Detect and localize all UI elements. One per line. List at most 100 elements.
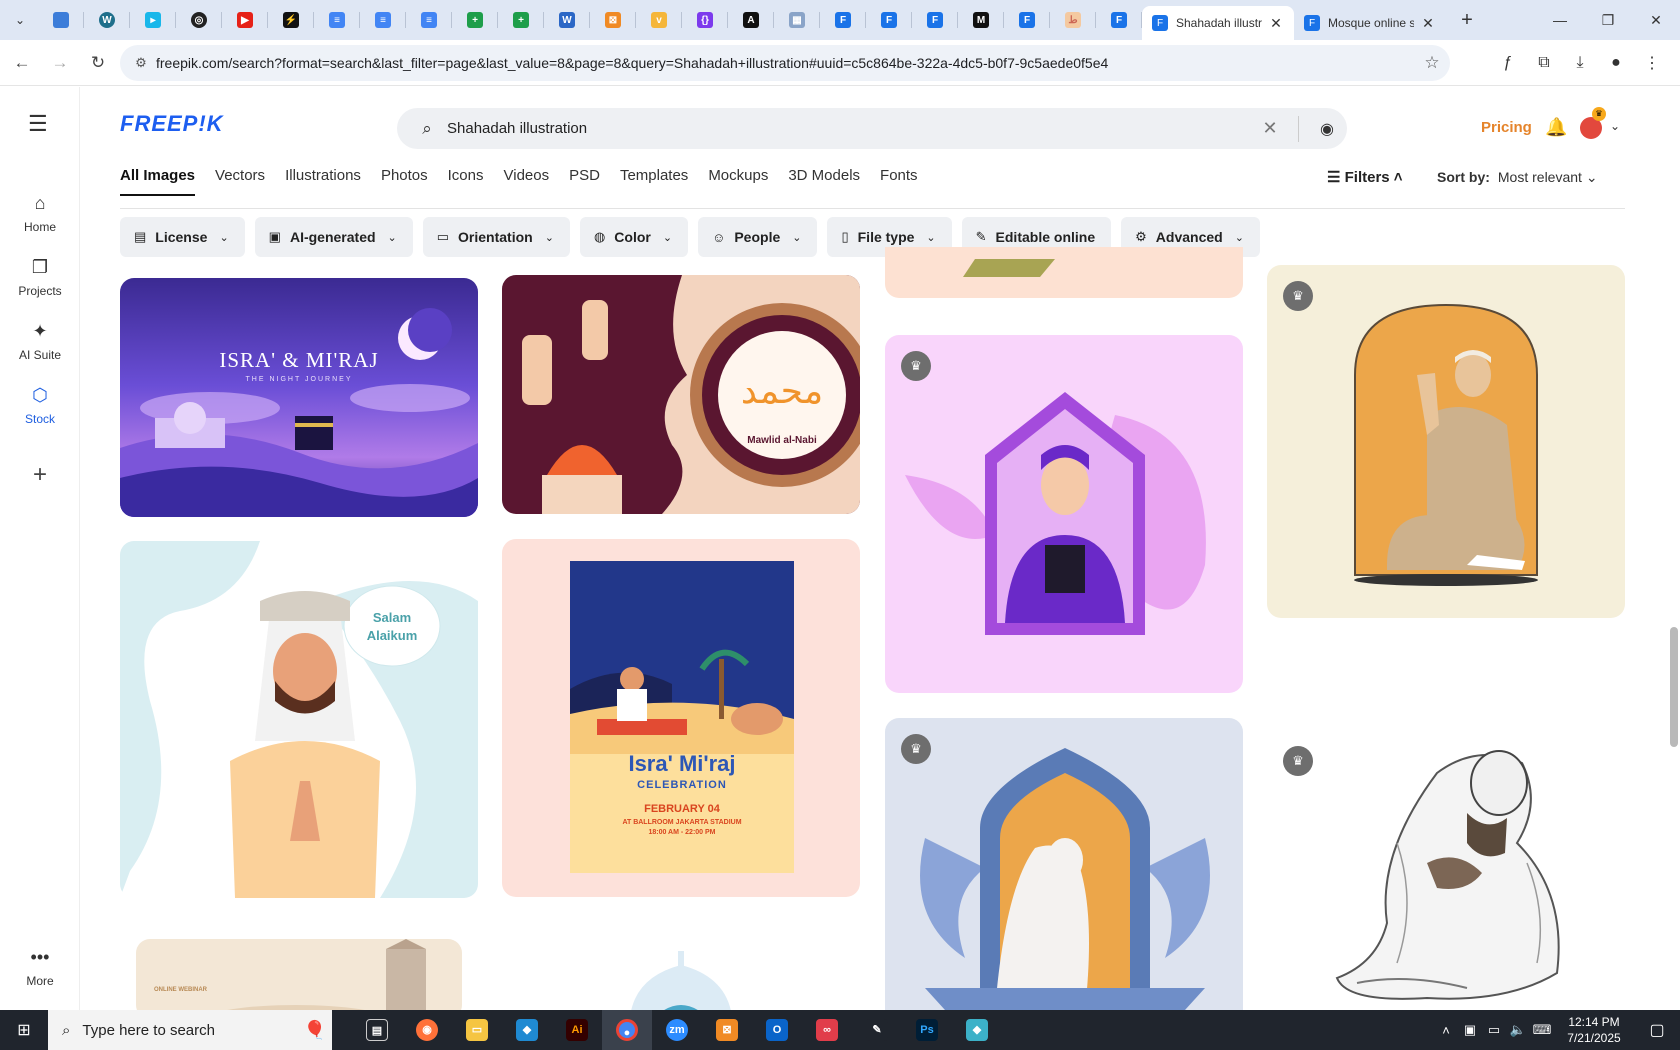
pinned-tab[interactable]: ◎ — [176, 0, 222, 40]
image-card-man-quran[interactable]: ♛ — [885, 335, 1243, 693]
camera-search-icon[interactable]: ◉ — [1307, 119, 1347, 139]
app-gem-icon[interactable]: ◆ — [952, 1010, 1002, 1050]
clear-search-icon[interactable]: ✕ — [1250, 118, 1290, 139]
task-view-icon[interactable]: ▤ — [352, 1010, 402, 1050]
close-tab-icon[interactable]: ✕ — [1268, 15, 1284, 32]
add-button[interactable]: + — [20, 455, 60, 495]
tab-shahadah[interactable]: F Shahadah illustra ✕ — [1142, 6, 1294, 40]
language-icon[interactable]: ⌨ — [1530, 1022, 1554, 1038]
page-scrollbar-thumb[interactable] — [1670, 627, 1678, 747]
tab-mockups[interactable]: Mockups — [708, 167, 768, 196]
image-card-man-sketch[interactable]: ♛ — [1267, 643, 1625, 1010]
clock[interactable]: 12:14 PM 7/21/2025 — [1554, 1014, 1634, 1046]
image-card-man-supplication[interactable]: ♛ — [1267, 265, 1625, 618]
pinned-tab[interactable]: v — [636, 0, 682, 40]
restore-icon[interactable]: ❐ — [1584, 0, 1632, 40]
tab-photos[interactable]: Photos — [381, 167, 428, 196]
freepik-logo[interactable]: FREEP!K — [120, 111, 224, 137]
volume-icon[interactable]: 🔈 — [1506, 1022, 1530, 1038]
sidebar-item-stock[interactable]: ⬡ Stock — [0, 385, 80, 426]
close-window-icon[interactable]: ✕ — [1632, 0, 1680, 40]
creative-cloud-icon[interactable]: ∞ — [802, 1010, 852, 1050]
reload-icon[interactable]: ↻ — [82, 47, 114, 79]
profile-icon[interactable]: ● — [1598, 47, 1634, 79]
sidebar-item-more[interactable]: ••• More — [0, 947, 80, 988]
pinned-tab[interactable]: ▸ — [130, 0, 176, 40]
omnibox[interactable]: ⚙ freepik.com/search?format=search&last_… — [120, 45, 1450, 81]
vscode-icon[interactable]: ◆ — [502, 1010, 552, 1050]
zoom-icon[interactable]: zm — [652, 1010, 702, 1050]
pinned-tab[interactable]: ▶ — [222, 0, 268, 40]
download-icon[interactable]: ⤓ — [1562, 47, 1598, 79]
firefox-icon[interactable]: ◉ — [402, 1010, 452, 1050]
tab-all-images[interactable]: All Images — [120, 167, 196, 196]
chip-people[interactable]: ☺ People ⌄ — [698, 217, 818, 257]
forward-icon[interactable]: → — [44, 47, 76, 79]
pen-tool-icon[interactable]: ✎ — [852, 1010, 902, 1050]
filters-button[interactable]: ☰ Filters ˄ — [1327, 168, 1403, 186]
tab-psd[interactable]: PSD — [569, 167, 600, 196]
chip-color[interactable]: ◍ Color ⌄ — [579, 217, 689, 257]
chrome-icon[interactable]: ● — [602, 1010, 652, 1050]
pinned-tab[interactable]: F — [912, 0, 958, 40]
file-explorer-icon[interactable]: ▭ — [452, 1010, 502, 1050]
close-tab-icon[interactable]: ✕ — [1420, 15, 1436, 32]
image-card-partial[interactable] — [885, 247, 1243, 298]
tab-icons[interactable]: Icons — [448, 167, 484, 196]
chip-license[interactable]: ▤ License ⌄ — [120, 217, 245, 257]
network-icon[interactable]: ▭ — [1482, 1022, 1506, 1038]
image-card-mawlid[interactable]: محمد Mawlid al-Nabi — [502, 275, 860, 514]
hamburger-menu-icon[interactable]: ☰ — [28, 111, 48, 137]
taskbar-search-box[interactable]: ⌕ Type here to search 🎈 — [48, 1010, 332, 1050]
photoshop-icon[interactable]: Ps — [902, 1010, 952, 1050]
pinned-tab[interactable]: ⚡ — [268, 0, 314, 40]
sidebar-item-projects[interactable]: ❐ Projects — [0, 257, 80, 298]
pinned-tab[interactable]: ▦ — [774, 0, 820, 40]
pinned-tab[interactable]: W — [544, 0, 590, 40]
tray-app-icon[interactable]: ▣ — [1458, 1022, 1482, 1038]
tab-fonts[interactable]: Fonts — [880, 167, 918, 196]
pinned-tab[interactable]: + — [498, 0, 544, 40]
pinned-tab[interactable]: + — [452, 0, 498, 40]
pinned-tab[interactable]: {} — [682, 0, 728, 40]
tab-illustrations[interactable]: Illustrations — [285, 167, 361, 196]
pinned-tab[interactable]: W — [84, 0, 130, 40]
notification-icon[interactable]: ▢ — [1634, 1020, 1680, 1040]
notification-bell-icon[interactable]: 🔔 — [1545, 117, 1567, 138]
chevron-up-icon[interactable]: ˄ — [1434, 1023, 1458, 1038]
pinned-tab[interactable]: ≡ — [360, 0, 406, 40]
site-info-icon[interactable]: ⚙ — [126, 55, 156, 71]
illustrator-icon[interactable]: Ai — [552, 1010, 602, 1050]
pinned-tab[interactable]: ⊠ — [590, 0, 636, 40]
pinned-tab[interactable]: ≡ — [406, 0, 452, 40]
tab-3d-models[interactable]: 3D Models — [788, 167, 860, 196]
pinned-tab[interactable]: M — [958, 0, 1004, 40]
pinned-tab[interactable]: ط — [1050, 0, 1096, 40]
chip-orientation[interactable]: ▭ Orientation ⌄ — [422, 217, 570, 257]
sidebar-item-home[interactable]: ⌂ Home — [0, 193, 80, 234]
pinned-tab[interactable]: F — [866, 0, 912, 40]
tab-search-icon[interactable]: ⌄ — [6, 6, 34, 34]
pinned-tab[interactable]: F — [1096, 0, 1142, 40]
image-card-isra-miraj[interactable]: ISRA' & MI'RAJ THE NIGHT JOURNEY — [120, 278, 478, 517]
chevron-down-icon[interactable]: ⌄ — [1610, 119, 1620, 133]
pricing-link[interactable]: Pricing — [1481, 119, 1532, 136]
sidebar-item-ai-suite[interactable]: ✦ AI Suite — [0, 321, 80, 362]
fontface-extension-icon[interactable]: ƒ — [1490, 47, 1526, 79]
image-card-woman-praying[interactable]: ♛ — [885, 718, 1243, 1010]
tab-videos[interactable]: Videos — [504, 167, 550, 196]
search-input[interactable]: Shahadah illustration — [447, 120, 1250, 137]
image-card-salam-alaikum[interactable]: Salam Alaikum — [120, 541, 478, 898]
pinned-tab[interactable]: F — [820, 0, 866, 40]
xampp-icon[interactable]: ⊠ — [702, 1010, 752, 1050]
pinned-tab[interactable]: F — [1004, 0, 1050, 40]
extensions-icon[interactable]: ⧉ — [1526, 47, 1562, 79]
pinned-tab[interactable]: ≡ — [314, 0, 360, 40]
image-card-mosque-dome[interactable] — [560, 937, 802, 1010]
pinned-tab[interactable]: A — [728, 0, 774, 40]
tab-mosque[interactable]: F Mosque online s ✕ — [1294, 6, 1446, 40]
outlook-icon[interactable]: O — [752, 1010, 802, 1050]
image-card-isra-miraj-poster[interactable]: Isra' Mi'raj CELEBRATION FEBRUARY 04 AT … — [502, 539, 860, 897]
image-card-hajj-webinar[interactable]: ONLINE WEBINAR — [136, 939, 462, 1010]
pinned-tab[interactable] — [38, 0, 84, 40]
